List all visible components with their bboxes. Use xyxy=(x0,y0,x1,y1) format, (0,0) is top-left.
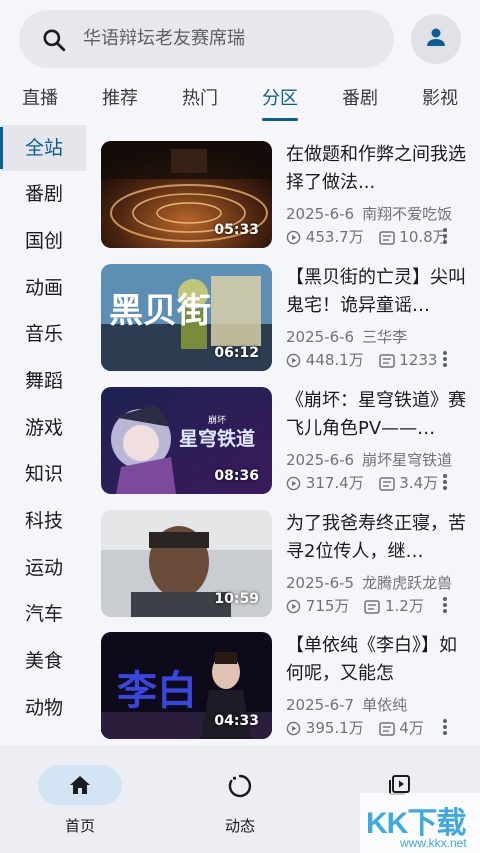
video-date: 2025-6-7 xyxy=(286,696,355,714)
more-options-icon[interactable] xyxy=(438,595,452,615)
sidebar-item-knowledge[interactable]: 知识 xyxy=(0,451,86,497)
video-uploader[interactable]: 龙腾虎跃龙兽 xyxy=(362,574,452,592)
video-card[interactable]: 10:59 为了我爸寿终正寝，苦寻2位传人，继… 2025-6-5 龙腾虎跃龙兽 … xyxy=(101,510,471,618)
sidebar-item-music[interactable]: 音乐 xyxy=(0,311,86,357)
more-options-icon[interactable] xyxy=(438,226,452,246)
video-thumbnail[interactable]: 黑贝街 06:12 xyxy=(101,264,272,371)
tab-live[interactable]: 直播 xyxy=(20,80,60,120)
video-uploader[interactable]: 单依纯 xyxy=(362,696,407,714)
video-duration: 06:12 xyxy=(214,345,259,361)
search-icon xyxy=(41,27,67,57)
view-count: 395.1万 xyxy=(305,719,364,737)
sidebar-item-guochuang[interactable]: 国创 xyxy=(0,218,86,264)
danmaku-icon xyxy=(378,231,395,249)
watermark-url: www.kkx.net xyxy=(400,836,467,850)
video-thumbnail[interactable]: 崩坏 星穹铁道 08:36 xyxy=(101,387,272,494)
view-count: 715万 xyxy=(305,597,350,615)
partition-sidebar: 全站 番剧 国创 动画 音乐 舞蹈 游戏 知识 科技 运动 汽车 美食 动物 xyxy=(0,125,86,745)
play-count-icon xyxy=(286,721,301,740)
more-options-icon[interactable] xyxy=(438,349,452,369)
video-title[interactable]: 在做题和作弊之间我选择了做法... xyxy=(286,141,466,197)
video-date: 2025-6-6 xyxy=(286,451,355,469)
video-date: 2025-6-6 xyxy=(286,205,355,223)
video-card[interactable]: 崩坏 星穹铁道 08:36 《崩坏：星穹铁道》赛飞儿角色PV——… 2025-6… xyxy=(101,387,471,495)
nav-label: 首页 xyxy=(64,817,95,835)
video-thumbnail[interactable]: 10:59 xyxy=(101,510,272,617)
video-title[interactable]: 【单依纯《李白》】如何呢，又能怎 xyxy=(286,632,466,688)
thumbnail-title-text: 星穹铁道 xyxy=(179,427,255,450)
sidebar-item-bangumi[interactable]: 番剧 xyxy=(0,171,86,217)
play-count-icon xyxy=(286,353,301,372)
video-uploader[interactable]: 三华李 xyxy=(362,328,407,346)
sidebar-item-all[interactable]: 全站 xyxy=(0,125,86,171)
play-count-icon xyxy=(286,599,301,618)
play-count-icon xyxy=(286,230,301,249)
danmaku-count: 3.4万 xyxy=(399,474,439,492)
more-options-icon[interactable] xyxy=(438,472,452,492)
tab-hot[interactable]: 热门 xyxy=(180,80,220,120)
nav-label: 动态 xyxy=(224,817,255,835)
tab-partition[interactable]: 分区 xyxy=(260,80,300,120)
tab-recommend[interactable]: 推荐 xyxy=(100,80,140,120)
sidebar-item-game[interactable]: 游戏 xyxy=(0,405,86,451)
video-date: 2025-6-5 xyxy=(286,574,355,592)
activity-icon xyxy=(227,773,253,803)
video-duration: 04:33 xyxy=(214,713,259,729)
search-bar[interactable]: 华语辩坛老友赛席瑞 xyxy=(19,10,394,68)
video-card[interactable]: 黑贝街 06:12 【黑贝街的亡灵】尖叫鬼宅！诡异童谣… 2025-6-6 三华李… xyxy=(101,264,471,372)
video-meta: 2025-6-6 崩坏星穹铁道 xyxy=(286,449,471,470)
account-icon xyxy=(424,25,448,53)
view-count: 317.4万 xyxy=(305,474,364,492)
video-title[interactable]: 《崩坏：星穹铁道》赛飞儿角色PV——… xyxy=(286,387,466,443)
sidebar-item-animal[interactable]: 动物 xyxy=(0,685,86,731)
view-count: 448.1万 xyxy=(305,351,364,369)
video-duration: 05:33 xyxy=(214,222,259,238)
video-thumbnail[interactable]: 李白 04:33 xyxy=(101,632,272,739)
search-placeholder: 华语辩坛老友赛席瑞 xyxy=(83,28,245,49)
category-tabs: 直播 推荐 热门 分区 番剧 影视 xyxy=(0,80,480,122)
home-icon xyxy=(68,773,92,801)
danmaku-count: 1233 xyxy=(399,351,438,369)
nav-home[interactable]: 首页 xyxy=(0,745,160,853)
danmaku-icon xyxy=(378,477,395,495)
video-title[interactable]: 为了我爸寿终正寝，苦寻2位传人，继… xyxy=(286,510,466,566)
active-tab-indicator xyxy=(262,118,298,121)
tab-bangumi[interactable]: 番剧 xyxy=(340,80,380,120)
video-card[interactable]: 李白 04:33 【单依纯《李白》】如何呢，又能怎 2025-6-7 单依纯 39… xyxy=(101,632,471,740)
video-meta: 2025-6-6 三华李 xyxy=(286,326,471,347)
video-meta: 2025-6-5 龙腾虎跃龙兽 xyxy=(286,572,471,593)
more-options-icon[interactable] xyxy=(438,717,452,737)
tab-film[interactable]: 影视 xyxy=(420,80,460,120)
video-duration: 08:36 xyxy=(214,468,259,484)
video-uploader[interactable]: 崩坏星穹铁道 xyxy=(362,451,452,469)
thumbnail-subtitle-text: 崩坏 xyxy=(208,414,226,426)
danmaku-icon xyxy=(378,354,395,372)
video-duration: 10:59 xyxy=(214,591,259,607)
video-thumbnail[interactable]: 05:33 xyxy=(101,141,272,248)
danmaku-icon xyxy=(364,600,380,618)
thumbnail-title-text: 黑贝街 xyxy=(109,291,211,331)
sidebar-item-sports[interactable]: 运动 xyxy=(0,545,86,591)
danmaku-icon xyxy=(378,722,395,740)
video-meta: 2025-6-6 南翔不爱吃饭 xyxy=(286,203,471,224)
sidebar-item-dance[interactable]: 舞蹈 xyxy=(0,358,86,404)
view-count: 453.7万 xyxy=(305,228,364,246)
thumbnail-title-text: 李白 xyxy=(117,668,197,714)
sidebar-item-car[interactable]: 汽车 xyxy=(0,591,86,637)
play-count-icon xyxy=(286,476,301,495)
sidebar-item-tech[interactable]: 科技 xyxy=(0,498,86,544)
video-uploader[interactable]: 南翔不爱吃饭 xyxy=(362,205,452,223)
video-card[interactable]: 05:33 在做题和作弊之间我选择了做法... 2025-6-6 南翔不爱吃饭 4… xyxy=(101,141,471,249)
account-button[interactable] xyxy=(411,14,461,64)
video-meta: 2025-6-7 单依纯 xyxy=(286,694,471,715)
video-date: 2025-6-6 xyxy=(286,328,355,346)
danmaku-count: 4万 xyxy=(399,719,424,737)
nav-activity[interactable]: 动态 xyxy=(160,745,320,853)
sidebar-item-animation[interactable]: 动画 xyxy=(0,265,86,311)
sidebar-item-food[interactable]: 美食 xyxy=(0,638,86,684)
video-title[interactable]: 【黑贝街的亡灵】尖叫鬼宅！诡异童谣… xyxy=(286,264,466,320)
danmaku-count: 1.2万 xyxy=(384,597,424,615)
